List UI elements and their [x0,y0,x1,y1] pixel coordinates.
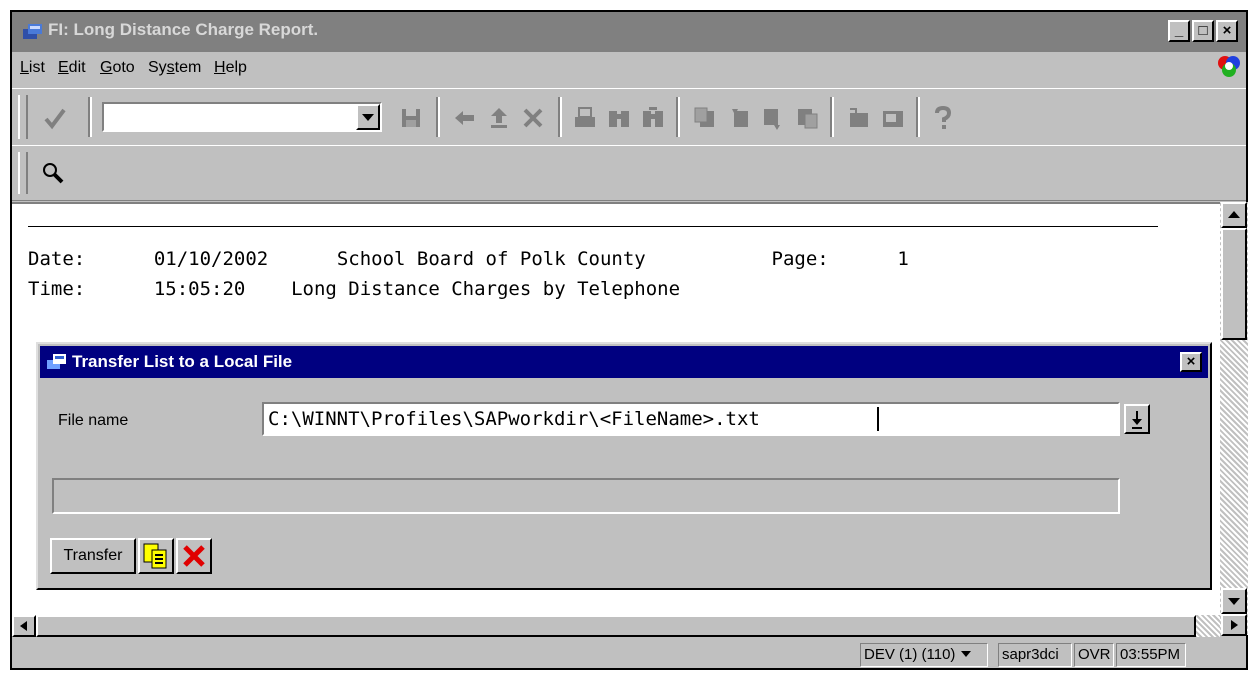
find-next-icon[interactable] [640,105,666,131]
enter-check-icon[interactable] [42,105,68,131]
scroll-down-arrow-icon [1228,598,1240,605]
menu-bar: List Edit Goto System Help [12,52,1246,86]
scroll-up-button[interactable] [1221,202,1247,228]
toolbar-separator [676,97,680,137]
file-name-input[interactable]: C:\WINNT\Profiles\SAPworkdir\<FileName>.… [262,402,1120,436]
file-name-label: File name [58,412,129,429]
sap-status-icon [1218,56,1240,77]
cancel-x-icon [183,545,205,567]
progress-message-field [52,478,1120,514]
print-icon[interactable] [572,105,598,131]
transfer-button[interactable]: Transfer [50,538,136,574]
horizontal-scrollbar[interactable] [12,615,1220,637]
shortcut-icon[interactable] [880,105,906,131]
system-status-text: DEV (1) (110) [864,646,956,663]
dialog-title: Transfer List to a Local File [72,352,293,371]
scroll-thumb[interactable] [1221,228,1247,340]
menu-edit[interactable]: Edit [58,59,86,77]
command-field[interactable] [102,102,382,132]
maximize-button[interactable]: □ [1192,20,1214,42]
menu-goto[interactable]: Goto [100,59,135,77]
copy-button[interactable] [138,538,174,574]
cancel-button[interactable] [176,538,212,574]
system-status[interactable]: DEV (1) (110) [860,643,988,667]
help-icon[interactable] [930,105,956,131]
next-page-icon[interactable] [760,105,786,131]
exit-icon[interactable] [486,105,512,131]
window-title: FI: Long Distance Charge Report. [48,20,319,39]
toolbar-separator [436,97,440,137]
menu-help[interactable]: Help [214,59,247,77]
report-header-line-2: Time: 15:05:20 Long Distance Charges by … [28,278,681,300]
toolbar-separator [830,97,834,137]
scroll-left-button[interactable] [12,615,36,637]
cancel-icon[interactable] [520,105,546,131]
find-icon[interactable] [606,105,632,131]
text-cursor [877,407,879,431]
last-page-icon[interactable] [794,105,820,131]
status-dropdown-icon[interactable] [960,649,972,659]
scroll-down-button[interactable] [1221,588,1247,614]
previous-page-icon[interactable] [726,105,752,131]
copy-icon [143,543,167,569]
menu-system[interactable]: System [148,59,201,77]
close-button[interactable]: × [1216,20,1238,42]
dropdown-arrow-icon [1132,411,1142,429]
dialog-window-icon [47,354,66,369]
menu-list[interactable]: List [20,59,45,77]
toolbar-grip [18,95,28,139]
toolbar-separator [88,97,92,137]
file-name-dropdown-button[interactable] [1124,404,1150,434]
application-toolbar [12,145,1246,201]
scroll-right-button[interactable] [1221,614,1247,636]
search-icon[interactable] [40,160,66,186]
file-name-value: C:\WINNT\Profiles\SAPworkdir\<FileName>.… [268,408,760,430]
toolbar-separator [558,97,562,137]
back-icon[interactable] [452,105,478,131]
mode-field[interactable]: OVR [1074,643,1114,667]
vertical-scrollbar[interactable] [1220,202,1248,636]
command-dropdown-icon[interactable] [356,104,380,130]
time-field: 03:55PM [1116,643,1186,667]
title-bar: FI: Long Distance Charge Report. _ □ × [12,12,1246,52]
scroll-right-arrow-icon [1231,620,1238,630]
first-page-icon[interactable] [692,105,718,131]
standard-toolbar [12,88,1246,146]
report-header-line-1: Date: 01/10/2002 School Board of Polk Co… [28,248,909,270]
status-bar: DEV (1) (110) sapr3dci OVR 03:55PM [12,637,1246,670]
dialog-close-button[interactable]: × [1180,352,1202,372]
server-field: sapr3dci [998,643,1072,667]
report-rule [28,226,1158,227]
toolbar-separator [916,97,920,137]
scroll-up-arrow-icon [1228,211,1240,218]
sap-window: FI: Long Distance Charge Report. _ □ × L… [10,10,1248,670]
scroll-left-arrow-icon [20,621,27,631]
dialog-title-bar: Transfer List to a Local File × [40,346,1208,378]
transfer-dialog: Transfer List to a Local File × File nam… [36,342,1212,590]
create-session-icon[interactable] [846,105,872,131]
toolbar-grip [18,152,28,194]
horizontal-scroll-thumb[interactable] [36,615,1196,637]
minimize-button[interactable]: _ [1168,20,1190,42]
sap-window-icon [23,24,42,39]
save-icon[interactable] [398,105,424,131]
